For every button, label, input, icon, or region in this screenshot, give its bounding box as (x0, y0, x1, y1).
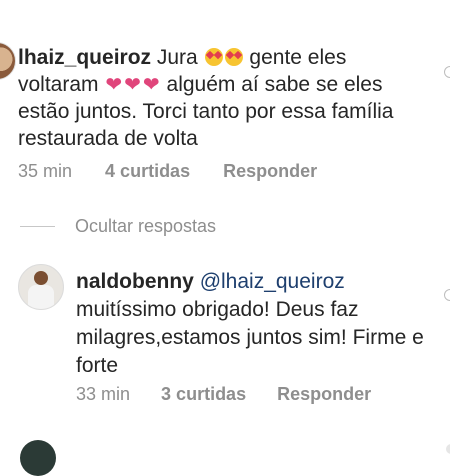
heart-eyes-emoji-icon (204, 48, 223, 66)
comment-time: 35 min (18, 161, 73, 181)
reply-username[interactable]: naldobenny (76, 270, 194, 293)
reply-avatar[interactable] (18, 264, 64, 310)
comment-meta: 35 min 4 curtidas Responder (18, 161, 345, 182)
like-heart-icon[interactable] (444, 289, 450, 301)
heart-emoji-icon: ❤ (124, 74, 141, 96)
reply-reply-button[interactable]: Responder (277, 384, 371, 404)
reply-body: naldobenny @lhaiz_queiroz muitíssimo obr… (76, 268, 426, 380)
comment-text-1: Jura (156, 46, 198, 69)
comment-body: lhaiz_queiroz Jura gente eles voltaram ❤… (18, 44, 428, 152)
next-comment-heart-icon[interactable] (446, 444, 450, 454)
cut-off-text: — — — — — (40, 0, 180, 6)
reply-likes-link[interactable]: 3 curtidas (161, 384, 246, 404)
avatar-torso (28, 285, 54, 309)
next-comment-avatar[interactable] (20, 440, 56, 476)
comment-reply-button[interactable]: Responder (223, 161, 317, 181)
avatar-head (34, 271, 48, 285)
hide-replies-label: Ocultar respostas (75, 216, 217, 236)
heart-emoji-icon: ❤ (142, 74, 160, 96)
hide-replies-button[interactable]: Ocultar respostas (20, 216, 216, 237)
reply-time: 33 min (76, 384, 131, 404)
heart-eyes-emoji-icon (224, 48, 243, 66)
divider-line (20, 226, 55, 227)
previous-comment-fragment: — — — — — (0, 0, 450, 14)
comment-username[interactable]: lhaiz_queiroz (18, 46, 151, 69)
comment-likes-link[interactable]: 4 curtidas (105, 161, 190, 181)
commenter-avatar[interactable] (0, 42, 16, 80)
reply-meta: 33 min 3 curtidas Responder (76, 384, 397, 405)
reply-text: muitíssimo obrigado! Deus faz milagres,e… (76, 298, 424, 377)
heart-emoji-icon: ❤ (105, 74, 123, 96)
reply-mention-link[interactable]: @lhaiz_queiroz (200, 270, 345, 293)
like-heart-icon[interactable] (444, 66, 450, 78)
